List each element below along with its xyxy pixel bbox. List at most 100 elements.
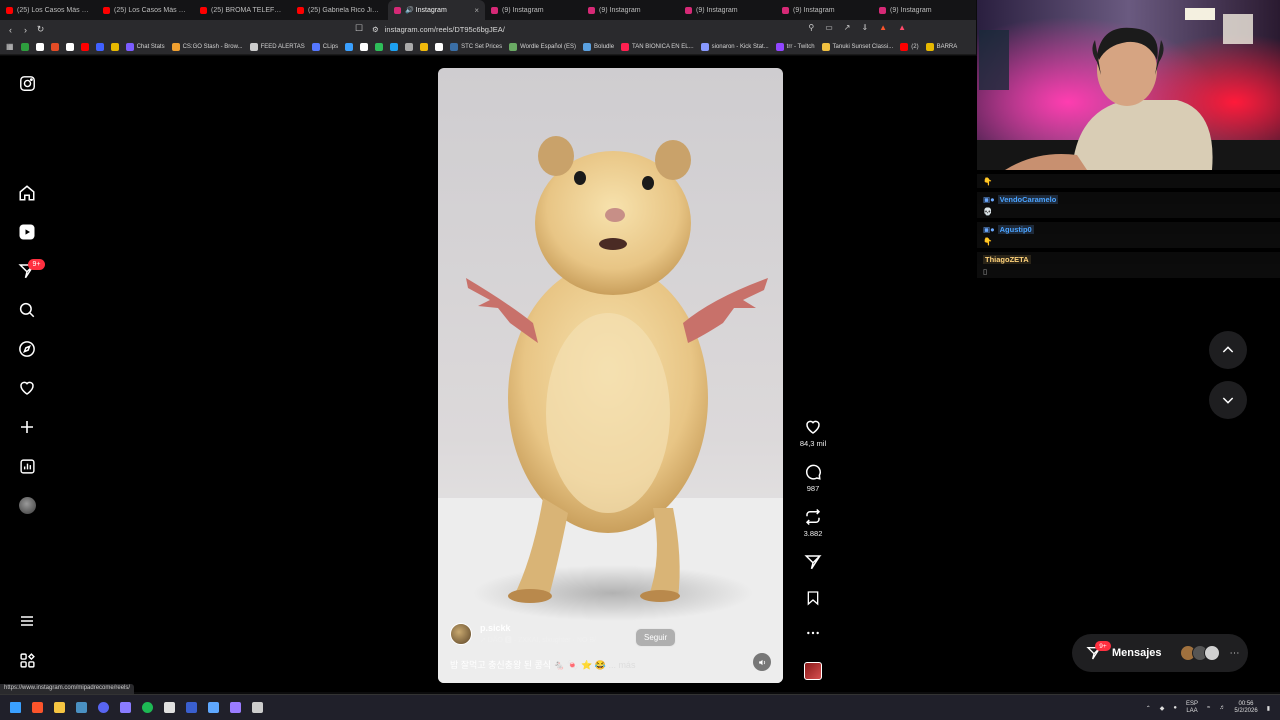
tray-overflow-icon[interactable]: ⌃ — [1146, 705, 1151, 712]
tray-app-icon[interactable]: ◆ — [1160, 705, 1165, 712]
author-avatar[interactable] — [450, 623, 472, 645]
explore-icon[interactable] — [16, 338, 38, 360]
bookmark-item[interactable] — [435, 42, 444, 51]
obs-taskbar-icon[interactable] — [158, 695, 180, 720]
site-info-icon[interactable]: ⚙ — [372, 25, 379, 34]
brave-rewards-icon[interactable]: ▲ — [898, 23, 906, 32]
bookmark-item[interactable] — [405, 42, 414, 51]
file-explorer-taskbar-icon[interactable] — [48, 695, 70, 720]
bookmark-item[interactable]: Boludle — [583, 42, 614, 51]
next-reel-button[interactable] — [1209, 381, 1247, 419]
chat-app-taskbar-icon[interactable] — [114, 695, 136, 720]
bookmark-item[interactable]: CLips — [311, 42, 338, 51]
app-arrow-taskbar-icon[interactable] — [246, 695, 268, 720]
bookmark-item[interactable] — [375, 42, 384, 51]
clock[interactable]: 00:56 5/2/2026 — [1234, 701, 1257, 715]
close-tab-icon[interactable]: × — [474, 6, 479, 15]
repost-action[interactable]: 3.882 — [797, 508, 829, 538]
cast-icon[interactable]: ▭ — [825, 23, 833, 32]
wifi-icon[interactable]: ≈ — [1207, 705, 1210, 711]
steam-taskbar-icon[interactable] — [70, 695, 92, 720]
bookmark-item[interactable]: sionaron - Kick Stat... — [700, 42, 769, 51]
windows-start-taskbar-icon[interactable] — [4, 695, 26, 720]
menu-icon[interactable] — [16, 610, 38, 632]
discord-taskbar-icon[interactable] — [92, 695, 114, 720]
volume-icon[interactable] — [753, 653, 771, 671]
browser-tab[interactable]: (9) Instagram — [873, 0, 970, 20]
author-username[interactable]: p.sickk — [480, 623, 596, 633]
bookmark-item[interactable] — [65, 42, 74, 51]
bookmark-item[interactable] — [390, 42, 399, 51]
browser-tab[interactable]: (25) Los Casos Más Perturb — [97, 0, 194, 20]
url-field[interactable]: ⚙ instagram.com/reels/DT95c6bgJEA/ — [372, 23, 822, 36]
bookmark-item[interactable]: Chat Stats — [125, 42, 165, 51]
instagram-logo-icon[interactable] — [16, 72, 38, 94]
previous-reel-button[interactable] — [1209, 331, 1247, 369]
more-options-icon[interactable] — [797, 625, 829, 641]
notification-center-icon[interactable]: ▮ — [1267, 705, 1270, 712]
zoom-icon[interactable]: ⚲ — [808, 23, 814, 32]
app-blue-taskbar-icon[interactable] — [180, 695, 202, 720]
bookmark-item[interactable]: trr - Twitch — [775, 42, 815, 51]
original-audio-thumbnail[interactable] — [804, 662, 822, 680]
brave-taskbar-icon[interactable] — [26, 695, 48, 720]
audio-track[interactable]: ↗ DÃO 🅴 · ZXKAI, slxughter · NO B/ — [480, 635, 596, 645]
apps-grid-icon[interactable]: ▦ — [6, 42, 14, 51]
create-plus-icon[interactable] — [16, 416, 38, 438]
like-heart-icon[interactable] — [804, 418, 822, 436]
bookmark-item[interactable] — [35, 42, 44, 51]
home-icon[interactable] — [16, 182, 38, 204]
browser-tab[interactable]: (9) Instagram — [485, 0, 582, 20]
bookmark-page-icon[interactable]: ☐ — [355, 23, 363, 34]
app-purple-taskbar-icon[interactable] — [224, 695, 246, 720]
comment-bubble-icon[interactable] — [804, 463, 822, 481]
follow-button[interactable]: Seguir — [635, 628, 677, 647]
browser-tab[interactable]: 🔊 Instagram × — [388, 0, 485, 20]
like-action[interactable]: 84,3 mil — [797, 418, 829, 448]
repost-icon[interactable] — [804, 508, 822, 526]
caption-more-link[interactable]: ... más — [608, 660, 635, 670]
brave-shield-icon[interactable]: ▲ — [879, 23, 887, 32]
volume-tray-icon[interactable]: ♬ — [1219, 705, 1225, 711]
bookmark-item[interactable] — [420, 42, 429, 51]
back-icon[interactable]: ‹ — [3, 25, 18, 35]
bookmark-item[interactable] — [345, 42, 354, 51]
tray-mic-icon[interactable]: ● — [1173, 705, 1177, 711]
browser-tab[interactable]: (25) BROMA TELEFONICA: — [194, 0, 291, 20]
browser-tab[interactable]: (9) Instagram — [582, 0, 679, 20]
reel-video[interactable]: p.sickk ↗ DÃO 🅴 · ZXKAI, slxughter · NO … — [438, 68, 783, 683]
share-send-icon[interactable] — [804, 553, 822, 571]
bookmark-item[interactable] — [80, 42, 89, 51]
browser-tab[interactable]: (9) Instagram — [776, 0, 873, 20]
also-from-meta-icon[interactable] — [16, 649, 38, 671]
browser-tab[interactable]: (9) Instagram — [679, 0, 776, 20]
reload-icon[interactable]: ↻ — [33, 24, 48, 35]
reels-icon[interactable] — [16, 221, 38, 243]
bookmark-item[interactable]: CS:GO Stash - Brow... — [171, 42, 243, 51]
browser-tab[interactable]: (25) Los Casos Más Oscuros — [0, 0, 97, 20]
bookmark-item[interactable]: (2) — [900, 42, 919, 51]
spotify-taskbar-icon[interactable] — [136, 695, 158, 720]
forward-icon[interactable]: › — [18, 25, 33, 35]
search-icon[interactable] — [16, 299, 38, 321]
save-bookmark-icon[interactable] — [805, 589, 821, 607]
bookmark-item[interactable]: Wordle Español (ES) — [509, 42, 576, 51]
language-indicator[interactable]: ESP LAA — [1186, 701, 1198, 715]
chat-username[interactable]: VendoCaramelo — [997, 194, 1059, 204]
download-icon[interactable]: ⇓ — [861, 23, 868, 32]
chat-username[interactable]: ThiagoZETA — [983, 254, 1031, 264]
notifications-heart-icon[interactable] — [16, 377, 38, 399]
bookmark-item[interactable] — [50, 42, 59, 51]
browser-tab[interactable]: (25) Gabriela Rico Jiménez — [291, 0, 388, 20]
bookmark-item[interactable]: Tanuki Sunset Classi... — [821, 42, 893, 51]
share-icon[interactable]: ↗ — [844, 23, 851, 32]
bookmark-item[interactable] — [20, 42, 29, 51]
profile-avatar[interactable] — [16, 494, 38, 516]
bookmark-item[interactable]: STC Set Prices — [450, 42, 502, 51]
comment-action[interactable]: 987 — [797, 463, 829, 493]
messages-button[interactable]: Mensajes ⋯ — [1072, 634, 1248, 672]
save-action[interactable] — [797, 589, 829, 607]
chat-username[interactable]: Agustip0 — [997, 224, 1034, 234]
bookmark-item[interactable]: TAN BIONICA EN EL... — [621, 42, 694, 51]
bookmark-item[interactable] — [110, 42, 119, 51]
